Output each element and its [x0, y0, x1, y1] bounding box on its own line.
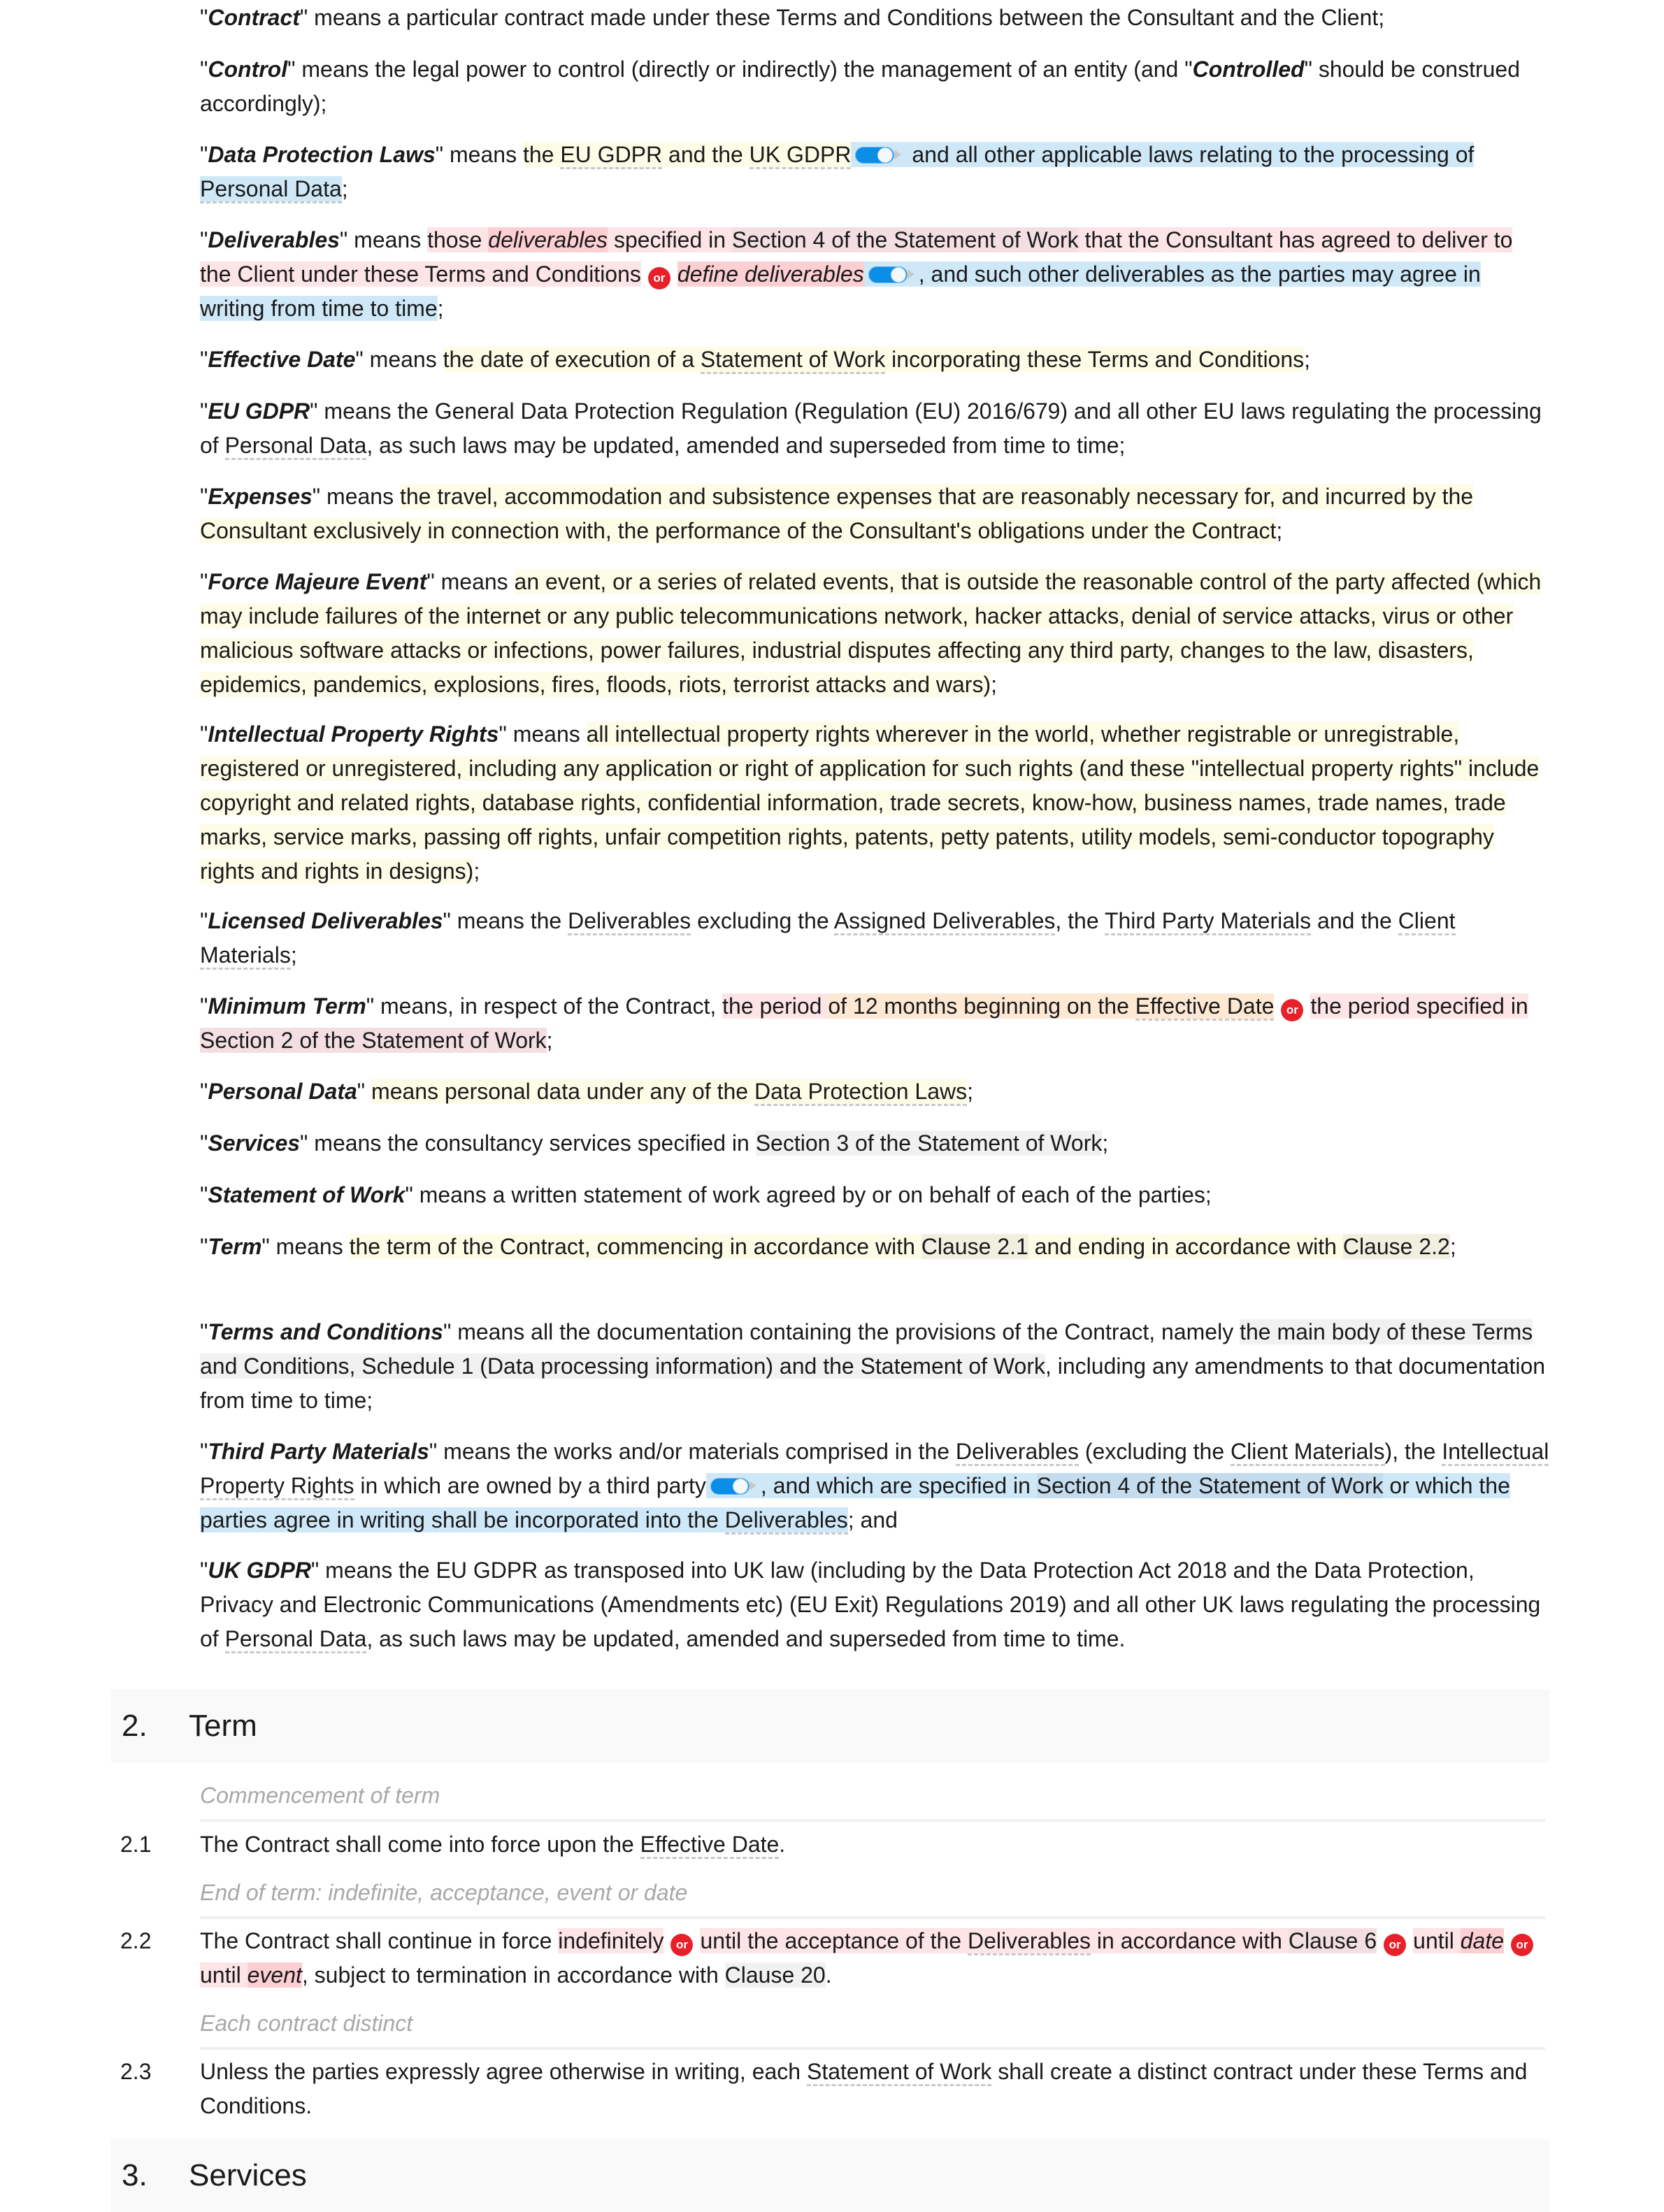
or-badge[interactable]: or	[1281, 999, 1304, 1021]
defined-term: Third Party Materials	[208, 1439, 429, 1464]
defined-term: EU GDPR	[208, 398, 310, 424]
clause-reference[interactable]: Clause 2.2	[1342, 1234, 1450, 1259]
cross-reference[interactable]: Client Materials	[1231, 1439, 1385, 1466]
definition-contract: "Contract" means a particular contract m…	[200, 5, 1385, 30]
section-title: Term	[189, 1709, 257, 1743]
clause-reference[interactable]: Clause 20	[724, 1962, 826, 1988]
clause-text: Unless the parties expressly agree other…	[200, 2059, 1528, 2118]
toggle-switch-icon[interactable]	[855, 145, 902, 164]
alternative-text[interactable]: until the acceptance of the Deliverables…	[700, 1928, 1377, 1955]
clause-number: 2.1	[120, 1832, 152, 1857]
clause-number: 2.2	[120, 1928, 152, 1953]
defined-term: Data Protection Laws	[208, 142, 436, 167]
alternative-text[interactable]: until date	[1413, 1928, 1505, 1953]
defined-term: Minimum Term	[208, 993, 366, 1019]
defined-term: Licensed Deliverables	[208, 908, 443, 933]
defined-term: Services	[208, 1130, 301, 1156]
definition-control: "Control" means the legal power to contr…	[200, 57, 1521, 116]
defined-term: Terms and Conditions	[208, 1319, 443, 1344]
defined-term: Intellectual Property Rights	[208, 721, 499, 747]
clause-number: 2.3	[120, 2059, 152, 2084]
placeholder-text[interactable]: deliverables	[488, 227, 608, 252]
alternative-text[interactable]: until event	[200, 1962, 302, 1988]
defined-term: Force Majeure Event	[208, 569, 427, 594]
defined-term: Effective Date	[208, 347, 356, 372]
cross-reference[interactable]: EU GDPR	[560, 142, 663, 169]
definition-intellectual-property-rights: "Intellectual Property Rights" means all…	[200, 721, 1540, 884]
placeholder-text[interactable]: date	[1460, 1928, 1505, 1953]
cross-reference[interactable]: Personal Data	[224, 1626, 367, 1653]
definition-third-party-materials: "Third Party Materials" means the works …	[200, 1435, 1549, 1537]
or-badge[interactable]: or	[1511, 1934, 1534, 1956]
definition-deliverables: "Deliverables" means those deliverables …	[200, 227, 1513, 321]
cross-reference[interactable]: Assigned Deliverables	[833, 908, 1056, 935]
section-heading-services: 3. Services	[110, 2139, 1549, 2212]
definition-licensed-deliverables: "Licensed Deliverables" means the Delive…	[200, 904, 1549, 972]
editable-text[interactable]: the EU GDPR and the UK GDPR	[522, 142, 852, 169]
section-number: 2.	[122, 1709, 148, 1743]
definition-data-protection-laws: "Data Protection Laws" means the EU GDPR…	[200, 138, 1549, 206]
clause-text: The Contract shall continue in force ind…	[200, 1924, 1542, 1992]
definition-uk-gdpr: "UK GDPR" means the EU GDPR as transpose…	[200, 1553, 1549, 1656]
cross-reference[interactable]: Deliverables	[955, 1439, 1079, 1466]
defined-term: UK GDPR	[208, 1558, 311, 1583]
cross-reference[interactable]: UK GDPR	[749, 142, 852, 169]
defined-term: Term	[208, 1234, 262, 1259]
placeholder-text[interactable]: define deliverables	[677, 261, 864, 287]
definition-term: "Term" means the term of the Contract, c…	[200, 1234, 1456, 1259]
or-badge[interactable]: or	[1384, 1934, 1407, 1956]
cross-reference[interactable]: Effective Date	[640, 1832, 780, 1859]
cross-reference[interactable]: Data Protection Laws	[754, 1079, 968, 1106]
or-badge[interactable]: or	[647, 267, 670, 289]
cross-reference[interactable]: Statement of Work	[700, 347, 886, 374]
section-title: Services	[189, 2158, 307, 2192]
section-number: 3.	[122, 2158, 148, 2192]
cross-reference[interactable]: Personal Data	[224, 433, 367, 460]
clause-subheading: Each contract distinct	[200, 2006, 1545, 2050]
editable-text[interactable]: the term of the Contract, commencing in …	[349, 1234, 1450, 1259]
editable-text[interactable]: of 12 months beginning on the Effective …	[828, 993, 1275, 1021]
defined-term: Expenses	[208, 484, 313, 509]
or-badge[interactable]: or	[670, 1934, 694, 1956]
defined-term: Contract	[208, 5, 300, 30]
defined-term: Deliverables	[208, 227, 340, 252]
clause-text: The Contract shall come into force upon …	[200, 1827, 1542, 1862]
cross-reference[interactable]: Third Party Materials	[1104, 908, 1312, 935]
placeholder-text[interactable]: event	[247, 1962, 302, 1988]
section-reference[interactable]: Section 3 of the Statement of Work	[755, 1130, 1103, 1156]
definition-services: "Services" means the consultancy service…	[200, 1130, 1109, 1156]
definition-force-majeure-event: "Force Majeure Event" means an event, or…	[200, 569, 1542, 697]
definition-personal-data: "Personal Data" means personal data unde…	[200, 1075, 1549, 1109]
definition-terms-and-conditions: "Terms and Conditions" means all the doc…	[200, 1319, 1546, 1413]
clause-reference[interactable]: Clause 6	[1288, 1928, 1377, 1953]
cross-reference[interactable]: Deliverables	[967, 1928, 1091, 1955]
toggle-switch-icon[interactable]	[868, 265, 915, 283]
toggle-switch-icon[interactable]	[710, 1477, 756, 1495]
cross-reference[interactable]: Personal Data	[200, 176, 342, 203]
cross-reference[interactable]: Deliverables	[568, 908, 691, 935]
alternative-text[interactable]: the period	[722, 993, 829, 1019]
definition-statement-of-work: "Statement of Work" means a written stat…	[200, 1182, 1212, 1207]
clause-subheading: Commencement of term	[200, 1779, 1545, 1822]
alternative-text[interactable]: indefinitely	[558, 1928, 664, 1953]
cross-reference[interactable]: Deliverables	[724, 1507, 848, 1535]
editable-text[interactable]: the date of execution of a Statement of …	[443, 347, 1305, 374]
definition-eu-gdpr: "EU GDPR" means the General Data Protect…	[200, 394, 1549, 463]
clause-reference[interactable]: Clause 2.1	[921, 1234, 1028, 1259]
definition-minimum-term: "Minimum Term" means, in respect of the …	[200, 993, 1528, 1053]
section-heading-term: 2. Term	[110, 1690, 1549, 1762]
editable-text[interactable]: means personal data under any of the Dat…	[371, 1079, 968, 1106]
defined-term: Personal Data	[208, 1079, 357, 1104]
defined-term: Control	[208, 57, 288, 82]
definition-effective-date: "Effective Date" means the date of execu…	[200, 343, 1549, 377]
section-reference[interactable]: Section 4 of the Statement of Work	[1036, 1473, 1384, 1498]
defined-term: Statement of Work	[208, 1182, 406, 1207]
definition-expenses: "Expenses" means the travel, accommodati…	[200, 484, 1474, 543]
cross-reference[interactable]: Effective Date	[1135, 993, 1275, 1021]
clause-subheading: End of term: indefinite, acceptance, eve…	[200, 1876, 1545, 1919]
cross-reference[interactable]: Statement of Work	[806, 2059, 992, 2086]
